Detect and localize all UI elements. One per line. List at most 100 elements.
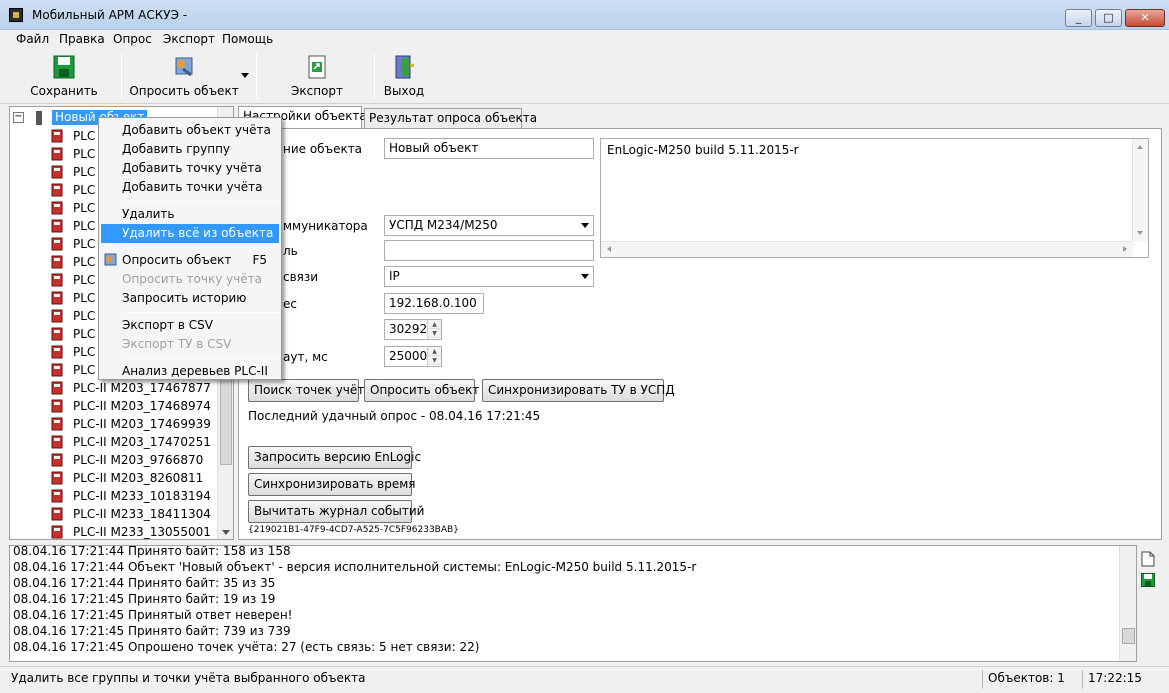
menu-edit[interactable]: Правка: [59, 32, 105, 46]
exit-door-icon: [395, 55, 414, 79]
tree-item[interactable]: PLC-II M203_17468974: [10, 397, 218, 415]
context-menu-item[interactable]: Анализ деревьев PLC-II: [101, 362, 279, 381]
log-line: 08.04.16 17:21:45 Принято байт: 19 из 19: [13, 592, 276, 606]
tree-item[interactable]: PLC-II M233_18411304: [10, 505, 218, 523]
spin-down-icon[interactable]: ▼: [428, 329, 441, 338]
port-spin[interactable]: ▲ ▼: [427, 320, 441, 339]
menu-file[interactable]: Файл: [16, 32, 49, 46]
toolbar-separator: [121, 53, 122, 99]
spin-up-icon[interactable]: ▲: [428, 347, 441, 356]
context-menu-item[interactable]: Добавить точки учёта: [101, 178, 279, 197]
tree-item-label: PLC: [73, 147, 96, 161]
version-textbox[interactable]: EnLogic-M250 build 5.11.2015-r: [600, 138, 1149, 258]
context-menu-item-label: Удалить всё из объекта: [122, 226, 274, 240]
ip-address-label: ес: [283, 297, 297, 311]
meter-icon: [51, 219, 63, 233]
tree-item-label: PLC-II M203_17468974: [73, 399, 211, 413]
timeout-spin[interactable]: ▲ ▼: [427, 347, 441, 366]
context-menu-item[interactable]: Добавить объект учёта: [101, 121, 279, 140]
poll-object-form-button[interactable]: Опросить объект: [364, 379, 479, 402]
save-button[interactable]: Сохранить: [22, 52, 106, 100]
link-type-label: связи: [283, 270, 319, 284]
tree-item-label: PLC: [73, 237, 96, 251]
minimize-button[interactable]: _: [1065, 9, 1092, 27]
tree-item[interactable]: PLC-II M203_9766870: [10, 451, 218, 469]
window-title: Мобильный АРМ АСКУЭ -: [32, 8, 188, 22]
event-log[interactable]: 08.04.16 17:21:44 Принято байт: 158 из 1…: [9, 545, 1137, 662]
meter-icon: [51, 381, 63, 395]
tree-item[interactable]: PLC-II M203_17469939: [10, 415, 218, 433]
search-points-button[interactable]: Поиск точек учёта: [248, 379, 372, 402]
scroll-up-icon[interactable]: [1137, 145, 1143, 149]
ip-address-input[interactable]: 192.168.0.100: [384, 293, 484, 314]
menu-help[interactable]: Помощь: [222, 32, 273, 46]
log-scrollbar[interactable]: [1119, 546, 1136, 661]
read-event-log-button[interactable]: Вычитать журнал событий: [248, 500, 424, 523]
tree-item[interactable]: PLC-II M203_8260811: [10, 469, 218, 487]
context-menu-item-label: Экспорт ТУ в CSV: [122, 337, 232, 351]
tree-item[interactable]: PLC-II M203_17467877: [10, 379, 218, 397]
log-scroll-thumb[interactable]: [1122, 628, 1135, 644]
meter-icon: [51, 435, 63, 449]
communicator-select[interactable]: УСПД M234/M250: [384, 215, 594, 236]
context-menu-item[interactable]: Опросить точку учёта: [101, 270, 279, 289]
version-horizontal-scrollbar[interactable]: [601, 241, 1133, 257]
scroll-left-icon[interactable]: [607, 246, 611, 252]
spin-up-icon[interactable]: ▲: [428, 320, 441, 329]
request-version-button[interactable]: Запросить версию EnLogic: [248, 446, 421, 469]
tree-item[interactable]: PLC-II M233_10183194: [10, 487, 218, 505]
exit-button[interactable]: Выход: [380, 52, 428, 100]
scroll-down-icon[interactable]: [222, 530, 230, 535]
scroll-right-icon[interactable]: [1123, 246, 1127, 252]
chevron-down-icon: [581, 274, 589, 279]
version-text: EnLogic-M250 build 5.11.2015-r: [607, 143, 799, 157]
context-menu-item[interactable]: Добавить точку учёта: [101, 159, 279, 178]
meter-icon: [51, 147, 63, 161]
object-name-input[interactable]: Новый объект: [384, 138, 594, 159]
new-document-icon[interactable]: [1141, 551, 1155, 567]
chevron-down-icon[interactable]: [241, 73, 249, 78]
close-button[interactable]: ✕: [1125, 9, 1165, 27]
tree-item-label: PLC-II M233_18411304: [73, 507, 211, 521]
log-line: 08.04.16 17:21:45 Опрошено точек учёта: …: [13, 640, 480, 654]
collapse-toggle-icon[interactable]: −: [13, 112, 24, 123]
context-menu-item-label: Добавить точки учёта: [122, 180, 263, 194]
tree-item-label: PLC-II M203_8260811: [73, 471, 204, 485]
meter-icon: [51, 363, 63, 377]
tree-item-label: PLC: [73, 327, 96, 341]
sync-time-button[interactable]: Синхронизировать время: [248, 473, 416, 496]
timeout-stepper[interactable]: 25000 ▲ ▼: [384, 346, 442, 367]
maximize-button[interactable]: □: [1095, 9, 1122, 27]
tree-item[interactable]: PLC-II M203_17470251: [10, 433, 218, 451]
poll-object-button[interactable]: Опросить объект: [128, 52, 240, 100]
password-input[interactable]: [384, 240, 594, 261]
context-menu-item[interactable]: Удалить всё из объекта: [101, 224, 279, 243]
save-log-icon[interactable]: [1141, 573, 1155, 587]
tree-item-label: PLC: [73, 273, 96, 287]
context-menu-item-label: Запросить историю: [122, 291, 247, 305]
context-menu-item[interactable]: Экспорт ТУ в CSV: [101, 335, 279, 354]
status-bar: Удалить все группы и точки учёта выбранн…: [0, 666, 1169, 693]
context-menu-item[interactable]: Запросить историю: [101, 289, 279, 308]
context-menu-item-label: Опросить точку учёта: [122, 272, 263, 286]
tab-poll-result[interactable]: Результат опроса объекта: [364, 108, 537, 128]
spin-down-icon[interactable]: ▼: [428, 356, 441, 365]
context-menu-item[interactable]: Добавить группу: [101, 140, 279, 159]
tree-item[interactable]: PLC-II M233_13055001: [10, 523, 218, 539]
meter-icon: [51, 309, 63, 323]
scroll-down-icon[interactable]: [1137, 231, 1143, 235]
context-menu-item[interactable]: Удалить: [101, 205, 279, 224]
sync-tu-button[interactable]: Синхронизировать ТУ в УСПД: [482, 379, 675, 402]
tree-item-label: PLC: [73, 183, 96, 197]
export-button[interactable]: Экспорт: [282, 52, 352, 100]
context-menu-item-label: Добавить группу: [122, 142, 231, 156]
context-menu-item[interactable]: Опросить объект F5: [101, 251, 279, 270]
menu-export[interactable]: Экспорт: [163, 32, 215, 46]
floppy-disk-icon: [53, 55, 75, 79]
version-vertical-scrollbar[interactable]: [1132, 139, 1148, 241]
link-type-select[interactable]: IP: [384, 266, 594, 287]
password-label: ль: [283, 244, 298, 258]
menu-poll[interactable]: Опрос: [113, 32, 152, 46]
context-menu-item[interactable]: Экспорт в CSV: [101, 316, 279, 335]
port-stepper[interactable]: 30292 ▲ ▼: [384, 319, 442, 340]
